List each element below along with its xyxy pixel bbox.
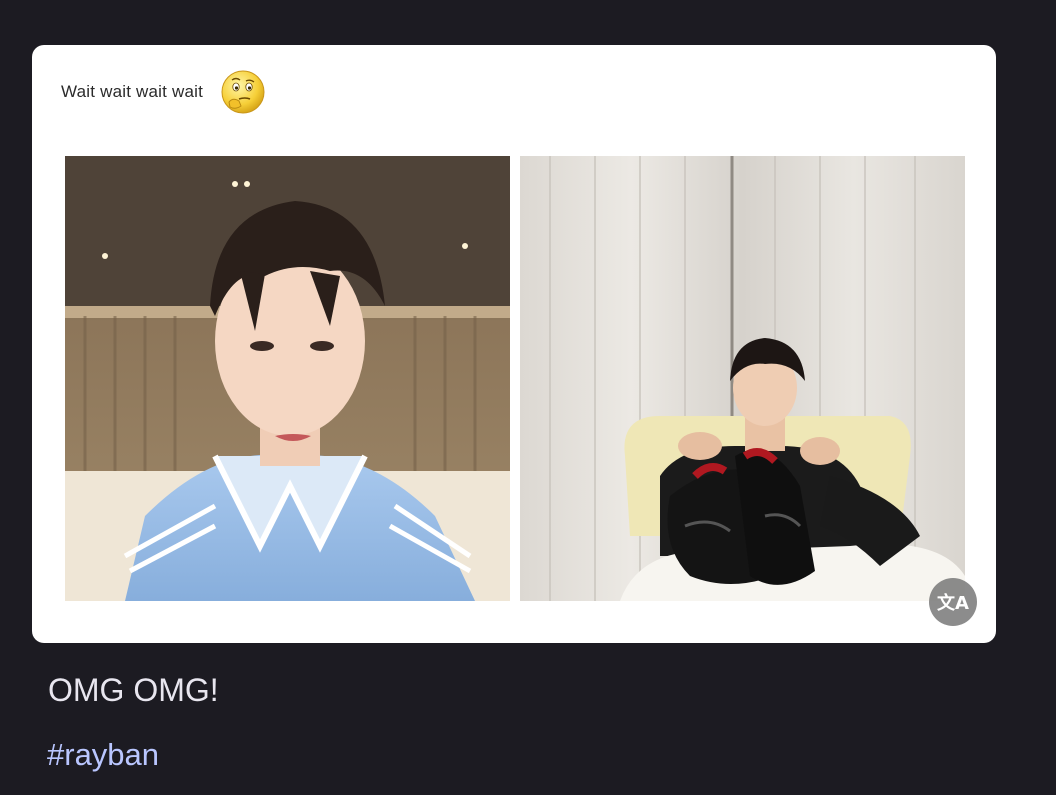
photo-person-blue-shirt bbox=[65, 156, 510, 601]
translate-button[interactable]: 文A bbox=[929, 578, 977, 626]
translate-icon: 文A bbox=[937, 593, 969, 614]
photo-right[interactable] bbox=[520, 156, 965, 601]
thinking-face-icon bbox=[221, 70, 265, 114]
post-card: Wait wait wait wait 文A bbox=[32, 45, 996, 643]
hashtag-link[interactable]: #rayban bbox=[47, 737, 159, 773]
post-caption: OMG OMG! bbox=[48, 672, 219, 708]
post-header: Wait wait wait wait bbox=[61, 67, 267, 117]
photo-person-holding-shoes bbox=[520, 156, 965, 601]
post-header-text: Wait wait wait wait bbox=[61, 82, 204, 101]
photo-left[interactable] bbox=[65, 156, 510, 601]
